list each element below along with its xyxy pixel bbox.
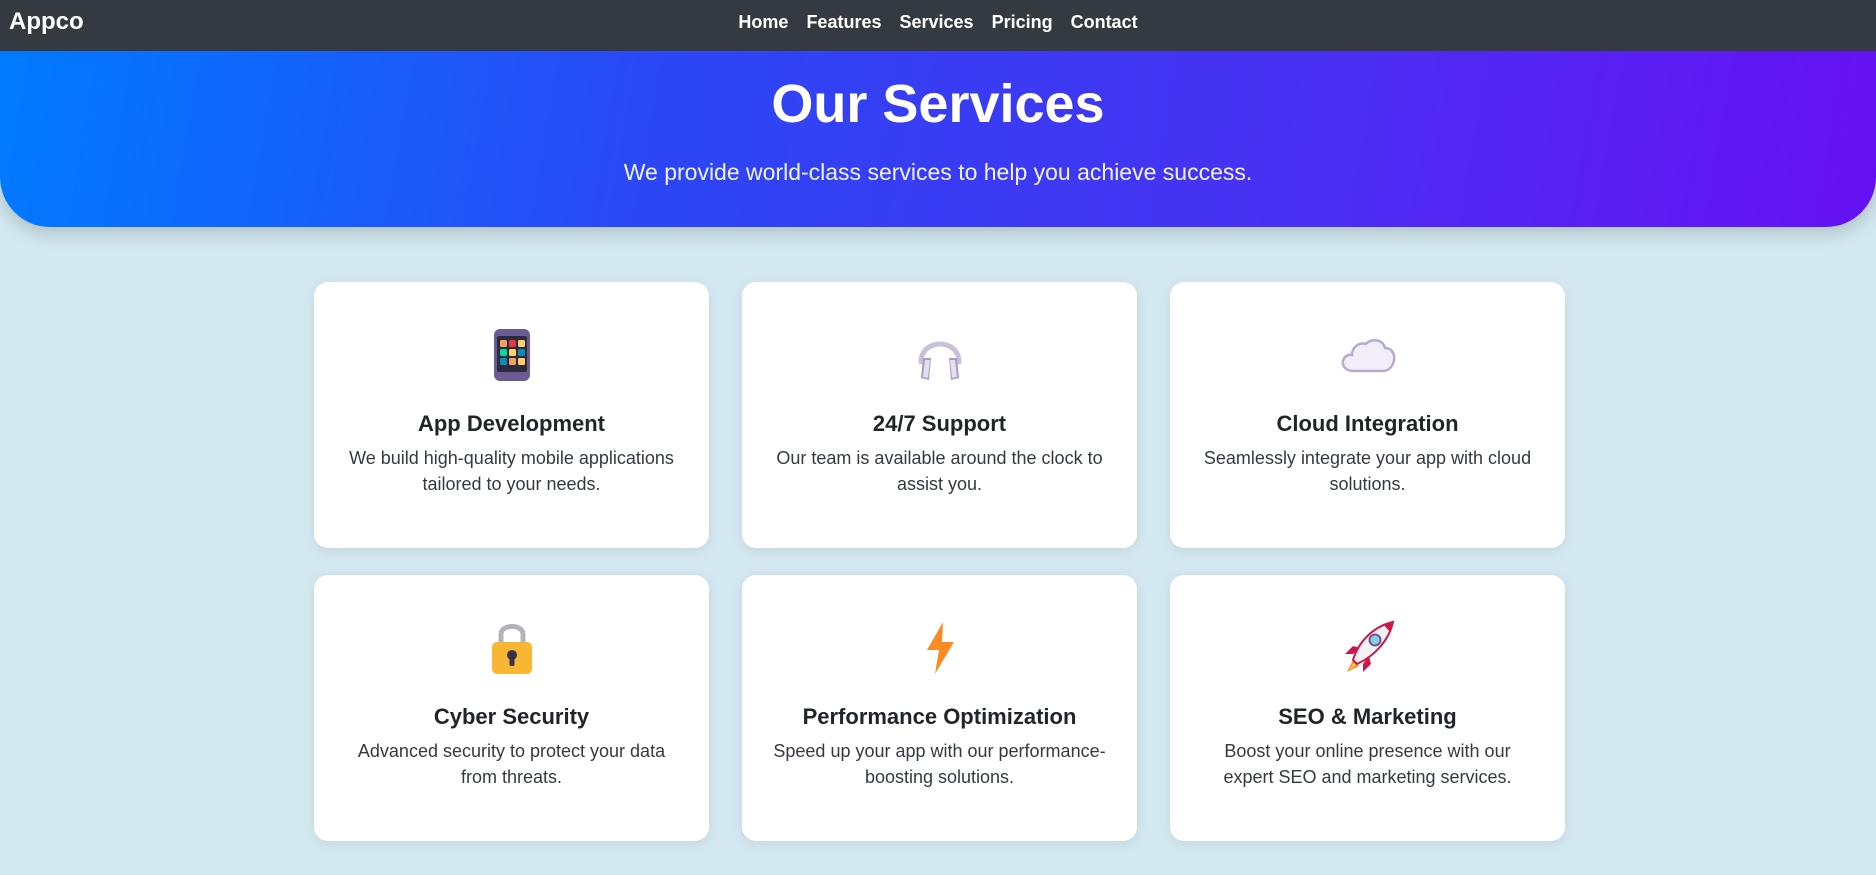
services-grid: App Development We build high-quality mo… bbox=[314, 282, 1566, 841]
hero-banner: Our Services We provide world-class serv… bbox=[0, 51, 1876, 227]
service-description: We build high-quality mobile application… bbox=[349, 448, 674, 494]
page-title: Our Services bbox=[771, 74, 1105, 134]
service-title: 24/7 Support bbox=[872, 411, 1007, 436]
service-title: SEO & Marketing bbox=[1278, 704, 1457, 729]
nav-link-pricing[interactable]: Pricing bbox=[992, 12, 1053, 33]
hero-subtitle: We provide world-class services to help … bbox=[623, 159, 1253, 185]
nav-link-contact[interactable]: Contact bbox=[1071, 12, 1138, 33]
nav-links: Home Features Services Pricing Contact bbox=[0, 0, 1876, 44]
service-description: Seamlessly integrate your app with cloud… bbox=[1203, 448, 1532, 494]
service-description: Advanced security to protect your data f… bbox=[357, 741, 666, 787]
nav-link-home[interactable]: Home bbox=[738, 12, 788, 33]
service-card-seo-marketing[interactable]: SEO & Marketing Boost your online presen… bbox=[1170, 575, 1565, 841]
rocket-icon bbox=[1170, 619, 1565, 677]
service-title: Performance Optimization bbox=[802, 704, 1077, 729]
navbar: Appco Home Features Services Pricing Con… bbox=[0, 0, 1876, 51]
service-description: Our team is available around the clock t… bbox=[776, 448, 1103, 494]
headphones-icon bbox=[742, 326, 1137, 384]
nav-link-features[interactable]: Features bbox=[806, 12, 881, 33]
service-description: Speed up your app with our performance-b… bbox=[773, 741, 1106, 787]
service-title: App Development bbox=[417, 411, 606, 436]
nav-link-services[interactable]: Services bbox=[899, 12, 973, 33]
service-card-app-development[interactable]: App Development We build high-quality mo… bbox=[314, 282, 709, 548]
tablet-apps-icon bbox=[314, 326, 709, 384]
lightning-icon bbox=[742, 619, 1137, 677]
service-description: Boost your online presence with our expe… bbox=[1223, 741, 1512, 787]
service-card-cloud-integration[interactable]: Cloud Integration Seamlessly integrate y… bbox=[1170, 282, 1565, 548]
service-card-cyber-security[interactable]: Cyber Security Advanced security to prot… bbox=[314, 575, 709, 841]
service-card-performance[interactable]: Performance Optimization Speed up your a… bbox=[742, 575, 1137, 841]
service-card-support[interactable]: 24/7 Support Our team is available aroun… bbox=[742, 282, 1137, 548]
service-title: Cyber Security bbox=[433, 704, 590, 729]
service-title: Cloud Integration bbox=[1276, 411, 1459, 436]
lock-icon bbox=[314, 619, 709, 677]
cloud-icon bbox=[1170, 326, 1565, 384]
